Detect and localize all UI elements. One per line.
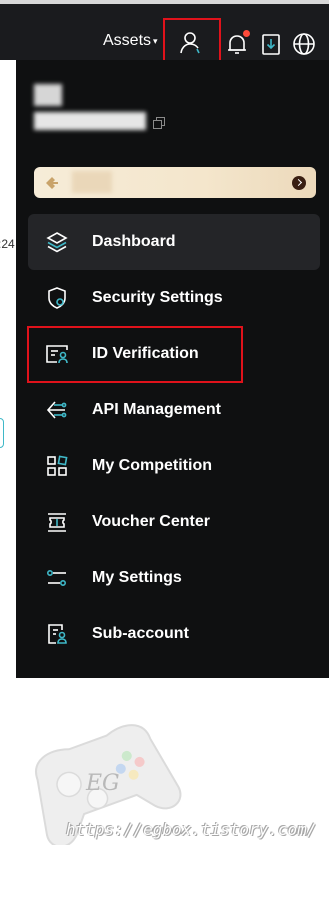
watermark-url: https://egbox.tistory.com/ [66,820,317,839]
menu-item-label: API Management [92,401,221,418]
background-partial-button [0,418,4,448]
menu-item-label: Voucher Center [92,513,210,530]
menu-item-my-settings[interactable]: My Settings [28,550,320,606]
promo-logo-icon [46,177,58,189]
sub-account-icon [48,624,67,644]
menu-item-label: My Settings [92,569,182,586]
vip-promo-banner[interactable] [34,167,316,198]
grid-icon [47,455,68,476]
menu-item-label: My Competition [92,457,212,474]
notification-dot [243,30,250,37]
blurred-promo-text [72,171,112,193]
menu-item-id-verification[interactable]: ID Verification [28,326,320,382]
menu-item-label: Sub-account [92,625,189,642]
assets-menu[interactable]: Assets ▾ [103,31,158,51]
api-icon [46,401,67,419]
menu-item-my-competition[interactable]: My Competition [28,438,320,494]
blurred-user-id [34,112,146,130]
menu-item-voucher-center[interactable]: Voucher Center [28,494,320,550]
account-dropdown-panel: Dashboard Security Settings ID Verificat… [16,60,329,678]
menu-item-label: Security Settings [92,289,223,306]
copy-icon[interactable] [153,117,165,129]
background-partial-text: :24 [0,237,15,251]
globe-icon[interactable] [292,32,316,56]
menu-item-label: Dashboard [92,233,176,250]
chevron-right-icon [292,176,306,190]
top-navigation-bar: Assets ▾ [0,0,329,60]
menu-item-security-settings[interactable]: Security Settings [28,270,320,326]
account-menu: Dashboard Security Settings ID Verificat… [28,214,320,662]
menu-item-dashboard[interactable]: Dashboard [28,214,320,270]
menu-item-label: ID Verification [92,345,199,362]
blurred-avatar [34,84,62,106]
voucher-icon [48,513,66,532]
assets-label: Assets [103,32,152,50]
user-icon[interactable] [178,30,202,54]
sliders-icon [46,570,67,587]
chevron-down-icon: ▾ [153,36,158,46]
shield-icon [48,287,66,309]
download-icon[interactable] [259,32,283,56]
layers-icon [46,232,68,253]
id-card-icon [46,345,68,364]
menu-item-api-management[interactable]: API Management [28,382,320,438]
background-page-edge [0,60,16,678]
menu-item-sub-account[interactable]: Sub-account [28,606,320,662]
watermark-brand: EG [86,771,120,796]
